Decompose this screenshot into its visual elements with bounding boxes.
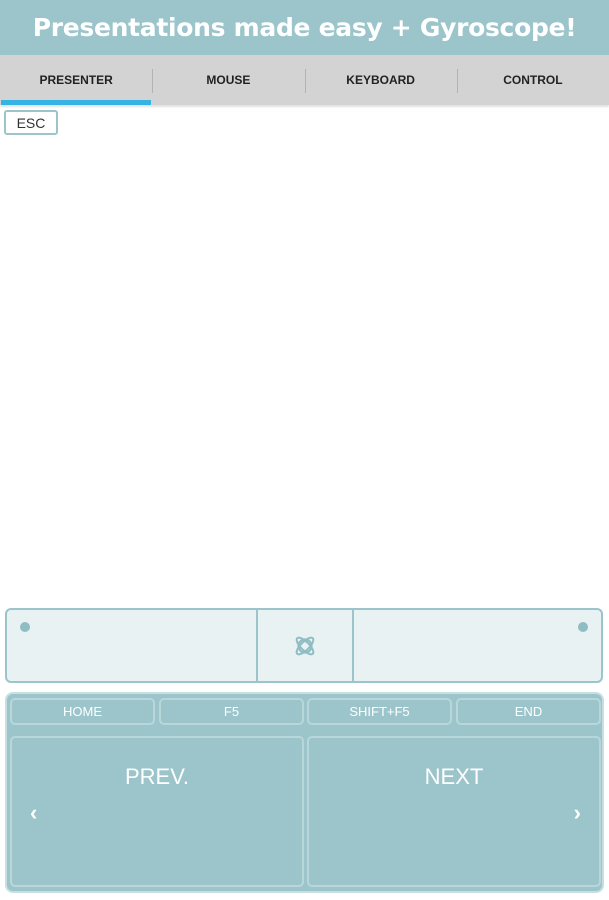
title-bar: Presentations made easy + Gyroscope!: [0, 0, 609, 55]
prev-label: PREV.: [124, 764, 189, 789]
prev-slide-button[interactable]: PREV. ‹: [10, 736, 304, 887]
shift-f5-button[interactable]: SHIFT+F5: [307, 698, 452, 725]
f5-button[interactable]: F5: [159, 698, 304, 725]
next-slide-button[interactable]: NEXT ›: [307, 736, 601, 887]
chevron-right-icon: ›: [573, 800, 581, 825]
tab-presenter[interactable]: PRESENTER: [0, 55, 152, 105]
touchpad: [5, 608, 603, 683]
end-button[interactable]: END: [456, 698, 601, 725]
gyroscope-icon: [295, 636, 315, 655]
tab-control[interactable]: CONTROL: [456, 55, 609, 105]
gyroscope-toggle[interactable]: [258, 610, 354, 681]
tab-mouse[interactable]: MOUSE: [152, 55, 304, 105]
next-label: NEXT: [424, 764, 484, 789]
tab-label: CONTROL: [503, 73, 563, 87]
right-click-zone[interactable]: [354, 610, 601, 681]
tab-label: KEYBOARD: [346, 73, 415, 87]
home-button[interactable]: HOME: [10, 698, 155, 725]
tab-bar: PRESENTER MOUSE KEYBOARD CONTROL: [0, 55, 609, 105]
tab-label: PRESENTER: [39, 73, 113, 87]
dot-indicator-icon: [20, 622, 30, 632]
dot-indicator-icon: [578, 622, 588, 632]
app-root: Presentations made easy + Gyroscope! PRE…: [0, 0, 609, 900]
esc-button[interactable]: ESC: [4, 110, 58, 135]
chevron-left-icon: ‹: [30, 800, 38, 825]
tab-label: MOUSE: [206, 73, 251, 87]
left-click-zone[interactable]: [7, 610, 258, 681]
app-title: Presentations made easy + Gyroscope!: [32, 13, 577, 42]
tab-keyboard[interactable]: KEYBOARD: [304, 55, 457, 105]
presenter-controls: HOME F5 SHIFT+F5 END PREV. ‹ NEXT ›: [5, 692, 604, 893]
